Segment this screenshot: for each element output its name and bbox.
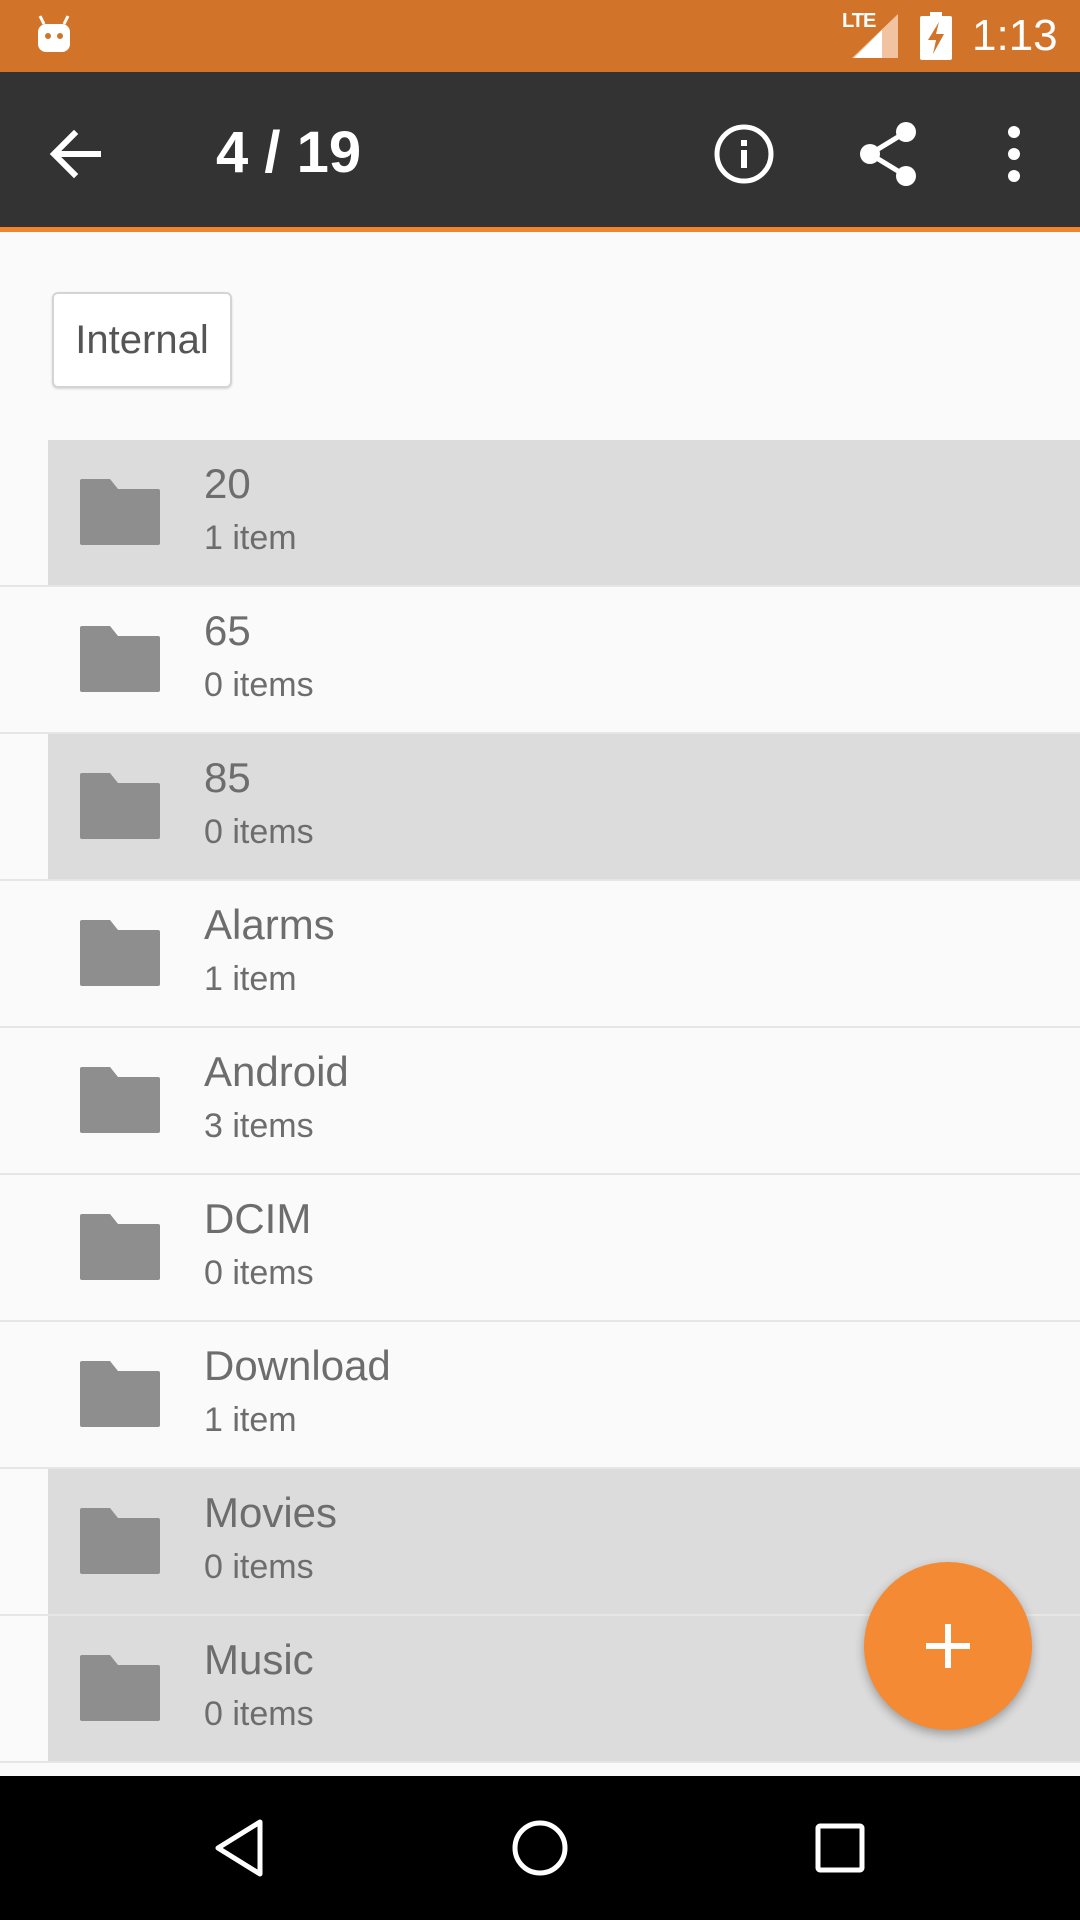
nav-home-icon[interactable] bbox=[504, 1812, 576, 1884]
folder-item-count: 0 items bbox=[204, 666, 314, 704]
folder-item-count: 3 items bbox=[204, 1107, 314, 1145]
folder-name: 20 bbox=[204, 460, 251, 507]
more-vert-icon[interactable] bbox=[988, 118, 1040, 190]
storage-chip[interactable]: Internal bbox=[52, 292, 232, 388]
folder-row[interactable]: 85 0 items bbox=[0, 734, 1080, 881]
toolbar: 4 / 19 bbox=[0, 72, 1080, 232]
add-button[interactable] bbox=[864, 1562, 1032, 1730]
folder-name: Download bbox=[204, 1342, 391, 1389]
folder-item-count: 0 items bbox=[204, 813, 314, 851]
folder-icon bbox=[78, 771, 162, 841]
row-highlight bbox=[48, 1175, 1080, 1320]
folder-row[interactable]: DCIM 0 items bbox=[0, 1175, 1080, 1322]
folder-row[interactable]: Download 1 item bbox=[0, 1322, 1080, 1469]
folder-item-count: 1 item bbox=[204, 1401, 297, 1439]
folder-item-count: 1 item bbox=[204, 519, 297, 557]
folder-icon bbox=[78, 624, 162, 694]
folder-name: Alarms bbox=[204, 901, 335, 948]
android-notification-icon bbox=[38, 15, 70, 52]
folder-item-count: 0 items bbox=[204, 1695, 314, 1733]
folder-name: Music bbox=[204, 1636, 314, 1683]
folder-name: Movies bbox=[204, 1489, 338, 1536]
page-title: 4 / 19 bbox=[216, 120, 362, 185]
folder-list: 20 1 item 65 0 items 85 0 items Alarms 1 item An… bbox=[0, 440, 1080, 1763]
row-highlight bbox=[48, 587, 1080, 732]
add-icon bbox=[926, 1624, 970, 1668]
row-highlight bbox=[48, 1322, 1080, 1467]
folder-row[interactable]: Android 3 items bbox=[0, 1028, 1080, 1175]
folder-name: Android bbox=[204, 1048, 349, 1095]
status-time: 1:13 bbox=[972, 11, 1058, 60]
folder-row[interactable]: Alarms 1 item bbox=[0, 881, 1080, 1028]
folder-icon bbox=[78, 918, 162, 988]
folder-icon bbox=[78, 1506, 162, 1576]
folder-name: DCIM bbox=[204, 1195, 312, 1242]
nav-recents-icon[interactable] bbox=[804, 1812, 876, 1884]
folder-name: 85 bbox=[204, 754, 251, 801]
folder-item-count: 1 item bbox=[204, 960, 297, 998]
folder-name: 65 bbox=[204, 607, 251, 654]
signal-icon bbox=[852, 14, 898, 58]
row-highlight bbox=[48, 734, 1080, 879]
info-icon[interactable] bbox=[700, 118, 788, 190]
folder-icon bbox=[78, 1212, 162, 1282]
row-highlight bbox=[48, 881, 1080, 1026]
folder-row[interactable]: 20 1 item bbox=[0, 440, 1080, 587]
row-highlight bbox=[48, 440, 1080, 585]
share-icon[interactable] bbox=[848, 118, 928, 190]
folder-icon bbox=[78, 1065, 162, 1135]
folder-row[interactable]: 65 0 items bbox=[0, 587, 1080, 734]
back-arrow-icon[interactable] bbox=[40, 118, 112, 190]
folder-icon bbox=[78, 477, 162, 547]
system-navigation-bar bbox=[0, 1776, 1080, 1920]
status-bar: LTE 1:13 bbox=[0, 0, 1080, 72]
row-highlight bbox=[48, 1028, 1080, 1173]
folder-icon bbox=[78, 1653, 162, 1723]
nav-back-icon[interactable] bbox=[204, 1812, 276, 1884]
folder-icon bbox=[78, 1359, 162, 1429]
folder-item-count: 0 items bbox=[204, 1548, 314, 1586]
battery-charging-icon bbox=[920, 12, 952, 60]
folder-item-count: 0 items bbox=[204, 1254, 314, 1292]
